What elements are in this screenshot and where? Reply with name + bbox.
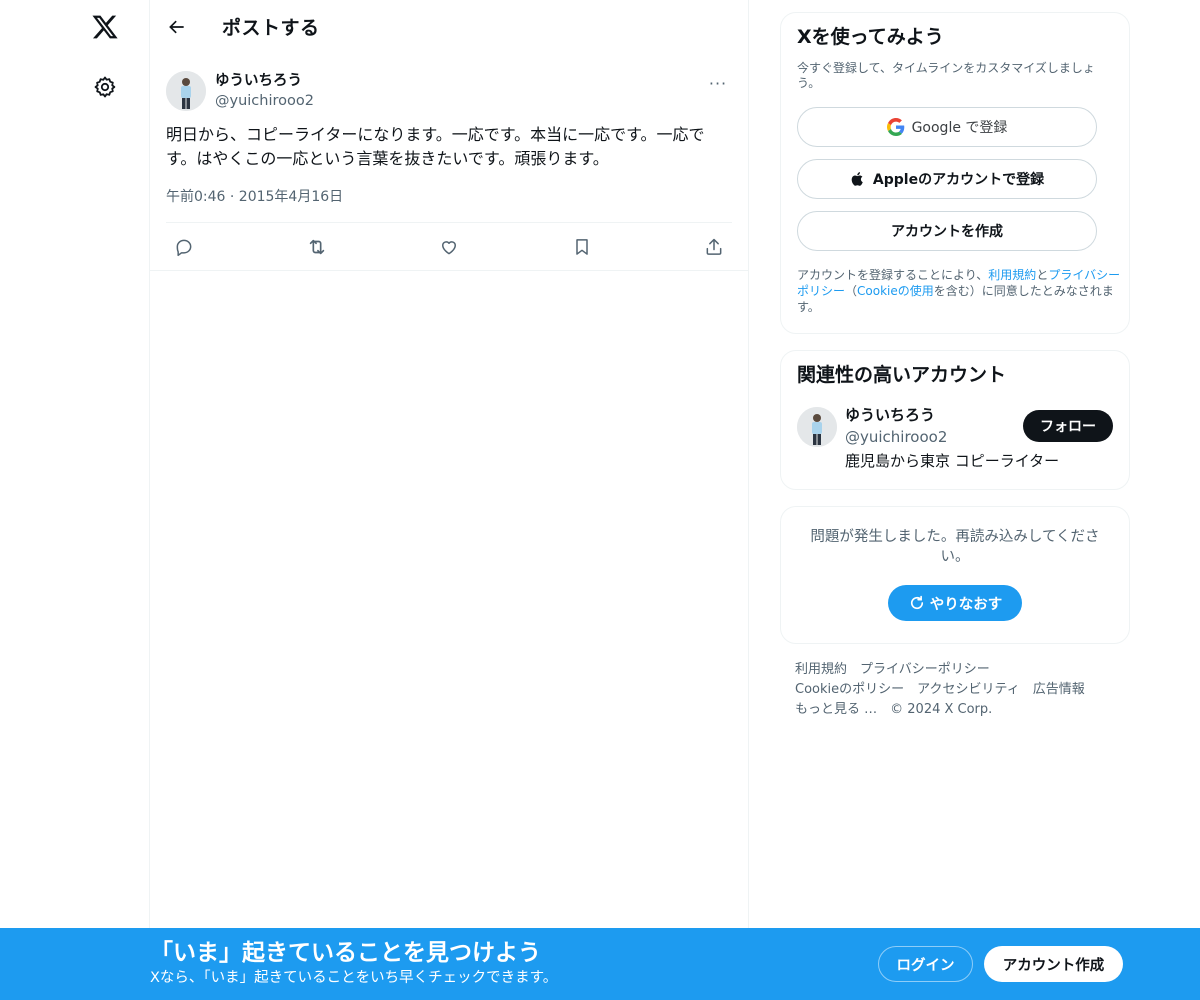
bottom-signup-banner: 「いま」起きていることを見つけよう Xなら、「いま」起きていることをいち早くチェ… bbox=[0, 928, 1200, 1000]
cookie-link[interactable]: Cookieの使用 bbox=[857, 284, 934, 298]
related-user-name[interactable]: ゆういちろう bbox=[845, 405, 935, 425]
post-timestamp[interactable]: 午前0:46 · 2015年4月16日 bbox=[166, 187, 732, 222]
footer-row: 利用規約 プライバシーポリシー bbox=[795, 660, 1115, 680]
error-card: 問題が発生しました。再読み込みしてください。 やりなおす bbox=[780, 506, 1130, 644]
related-user-bio: 鹿児島から東京 コピーライター bbox=[845, 452, 1060, 470]
apple-signup-button[interactable]: Appleのアカウントで登録 bbox=[797, 159, 1097, 199]
error-message: 問題が発生しました。再読み込みしてください。 bbox=[810, 529, 1100, 565]
banner-title: 「いま」起きていることを見つけよう bbox=[150, 940, 541, 966]
author-info: ゆういちろう @yuichirooo2 bbox=[215, 71, 314, 111]
footer: 利用規約 プライバシーポリシー Cookieのポリシー アクセシビリティ 広告情… bbox=[795, 660, 1115, 720]
repost-icon[interactable] bbox=[303, 233, 331, 261]
footer-terms-link[interactable]: 利用規約 bbox=[795, 660, 847, 680]
google-icon bbox=[886, 118, 905, 136]
google-signup-label: Google で登録 bbox=[911, 120, 1008, 136]
create-account-button[interactable]: アカウントを作成 bbox=[797, 211, 1097, 251]
footer-accessibility-link[interactable]: アクセシビリティ bbox=[917, 680, 1020, 700]
signup-button[interactable]: アカウント作成 bbox=[984, 946, 1123, 982]
legal-prefix: アカウントを登録することにより、 bbox=[797, 268, 989, 282]
more-options-icon[interactable]: ··· bbox=[704, 69, 732, 97]
signup-card: Xを使ってみよう 今すぐ登録して、タイムラインをカスタマイズしましょう。 Goo… bbox=[780, 12, 1130, 334]
x-logo-icon[interactable] bbox=[88, 10, 122, 44]
login-button[interactable]: ログイン bbox=[878, 946, 973, 982]
legal-open: （ bbox=[845, 284, 858, 298]
footer-privacy-link[interactable]: プライバシーポリシー bbox=[860, 660, 990, 680]
signup-legal-text: アカウントを登録することにより、利用規約とプライバシーポリシー（Cookieの使… bbox=[797, 267, 1122, 315]
footer-more-link[interactable]: もっと見る … bbox=[795, 700, 877, 720]
author-handle[interactable]: @yuichirooo2 bbox=[215, 91, 314, 111]
left-nav bbox=[0, 0, 150, 1000]
post-text: 明日から、コピーライターになります。一応です。本当に一応です。一応です。はやくこ… bbox=[166, 125, 705, 168]
related-title: 関連性の高いアカウント bbox=[797, 364, 1007, 386]
top-bar: ポストする bbox=[150, 0, 748, 53]
google-signup-button[interactable]: Google で登録 bbox=[797, 107, 1097, 147]
refresh-icon bbox=[908, 594, 926, 612]
like-icon[interactable] bbox=[435, 233, 463, 261]
share-icon[interactable] bbox=[700, 233, 728, 261]
related-user-handle[interactable]: @yuichirooo2 bbox=[845, 427, 947, 447]
footer-row: もっと見る … © 2024 X Corp. bbox=[795, 700, 1115, 720]
apple-icon bbox=[850, 170, 866, 188]
avatar[interactable] bbox=[797, 407, 837, 447]
page-title: ポストする bbox=[222, 17, 320, 39]
gear-icon[interactable] bbox=[90, 72, 120, 102]
footer-ads-link[interactable]: 広告情報 bbox=[1033, 680, 1085, 700]
post: ゆういちろう @yuichirooo2 ··· 明日から、コピーライターになりま… bbox=[150, 53, 748, 271]
related-user[interactable]: ゆういちろう @yuichirooo2 鹿児島から東京 コピーライター フォロー bbox=[797, 405, 1113, 477]
copyright: © 2024 X Corp. bbox=[890, 702, 993, 717]
signup-title: Xを使ってみよう bbox=[797, 26, 944, 48]
bookmark-icon[interactable] bbox=[568, 233, 596, 261]
footer-cookie-link[interactable]: Cookieのポリシー bbox=[795, 680, 904, 700]
main-column: ポストする ゆういちろう @yuichirooo2 ··· 明日から、コピーライ… bbox=[149, 0, 749, 1000]
post-actions bbox=[166, 222, 732, 270]
retry-button[interactable]: やりなおす bbox=[888, 585, 1022, 621]
legal-and: と bbox=[1036, 268, 1049, 282]
signup-subtitle: 今すぐ登録して、タイムラインをカスタマイズしましょう。 bbox=[797, 61, 1095, 90]
avatar[interactable] bbox=[166, 70, 206, 111]
arrow-left-icon[interactable] bbox=[159, 9, 195, 45]
banner-subtitle: Xなら、「いま」起きていることをいち早くチェックできます。 bbox=[150, 970, 558, 986]
reply-icon[interactable] bbox=[170, 233, 198, 261]
follow-button[interactable]: フォロー bbox=[1023, 410, 1113, 442]
retry-label: やりなおす bbox=[929, 596, 1003, 613]
related-accounts-card: 関連性の高いアカウント ゆういちろう @yuichirooo2 鹿児島から東京 … bbox=[780, 350, 1130, 490]
apple-signup-label: Appleのアカウントで登録 bbox=[872, 172, 1045, 188]
post-author: ゆういちろう @yuichirooo2 ··· bbox=[166, 53, 732, 117]
footer-row: Cookieのポリシー アクセシビリティ 広告情報 bbox=[795, 680, 1115, 700]
author-name[interactable]: ゆういちろう bbox=[215, 71, 314, 91]
terms-link[interactable]: 利用規約 bbox=[988, 268, 1036, 282]
